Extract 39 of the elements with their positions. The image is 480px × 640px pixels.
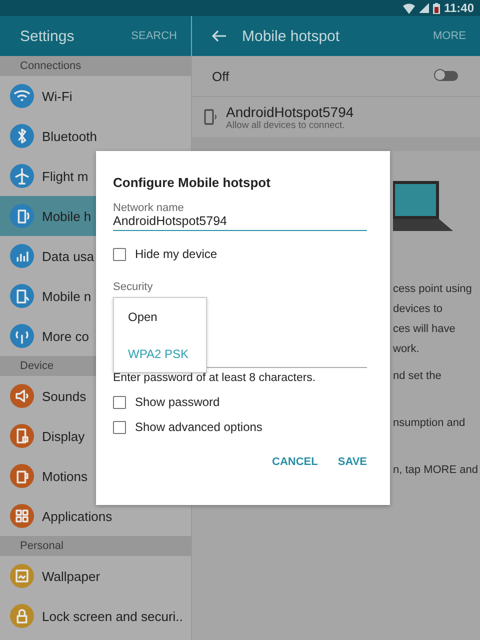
cancel-button[interactable]: CANCEL — [272, 456, 318, 468]
dialog-title: Configure Mobile hotspot — [113, 175, 270, 190]
settings-item[interactable]: Applications — [0, 496, 191, 536]
wifi-icon — [402, 2, 415, 14]
back-arrow-icon[interactable] — [212, 30, 226, 42]
settings-item[interactable]: Motions — [0, 456, 191, 496]
clock: 11:40 — [444, 1, 474, 15]
save-button[interactable]: SAVE — [338, 456, 367, 468]
network-name-field[interactable]: Network name AndroidHotspot5794 — [113, 202, 367, 231]
checkbox-label: Show advanced options — [135, 420, 262, 434]
description-text: nsumption and — [393, 416, 466, 431]
hotspot-name: AndroidHotspot5794 — [226, 104, 354, 120]
settings-item[interactable]: Wi-Fi — [0, 76, 191, 116]
checkbox[interactable] — [113, 248, 126, 260]
description-text: ces will have — [393, 322, 456, 337]
checkbox-label: Show password — [135, 395, 220, 409]
security-label: Security — [113, 281, 153, 293]
app-title: Settings — [20, 28, 76, 44]
section-header: Personal — [0, 536, 191, 556]
description-text: n, tap MORE and — [393, 463, 479, 478]
section-header: Connections — [0, 56, 191, 76]
description-text: devices to — [393, 302, 444, 317]
description-text: work. — [393, 342, 420, 357]
description-text: cess point using — [393, 282, 473, 297]
signal-icon — [418, 3, 429, 13]
switch-label: Off — [212, 68, 230, 84]
page-title: Mobile hotspot — [242, 28, 341, 44]
checkbox-label: Hide my device — [135, 247, 218, 261]
menu-option[interactable]: Open — [114, 310, 206, 324]
settings-item[interactable]: Lock screen and securi.. — [0, 596, 191, 636]
settings-item[interactable]: Wallpaper — [0, 556, 191, 596]
settings-item[interactable]: Bluetooth — [0, 116, 191, 156]
description-text: nd set the — [393, 369, 442, 384]
checkbox[interactable] — [113, 396, 126, 408]
battery-icon — [432, 2, 440, 14]
phone-icon — [204, 109, 218, 125]
toggle-switch[interactable] — [436, 71, 458, 81]
hotspot-subtitle: Allow all devices to connect. — [226, 120, 345, 130]
checkbox[interactable] — [113, 420, 126, 434]
